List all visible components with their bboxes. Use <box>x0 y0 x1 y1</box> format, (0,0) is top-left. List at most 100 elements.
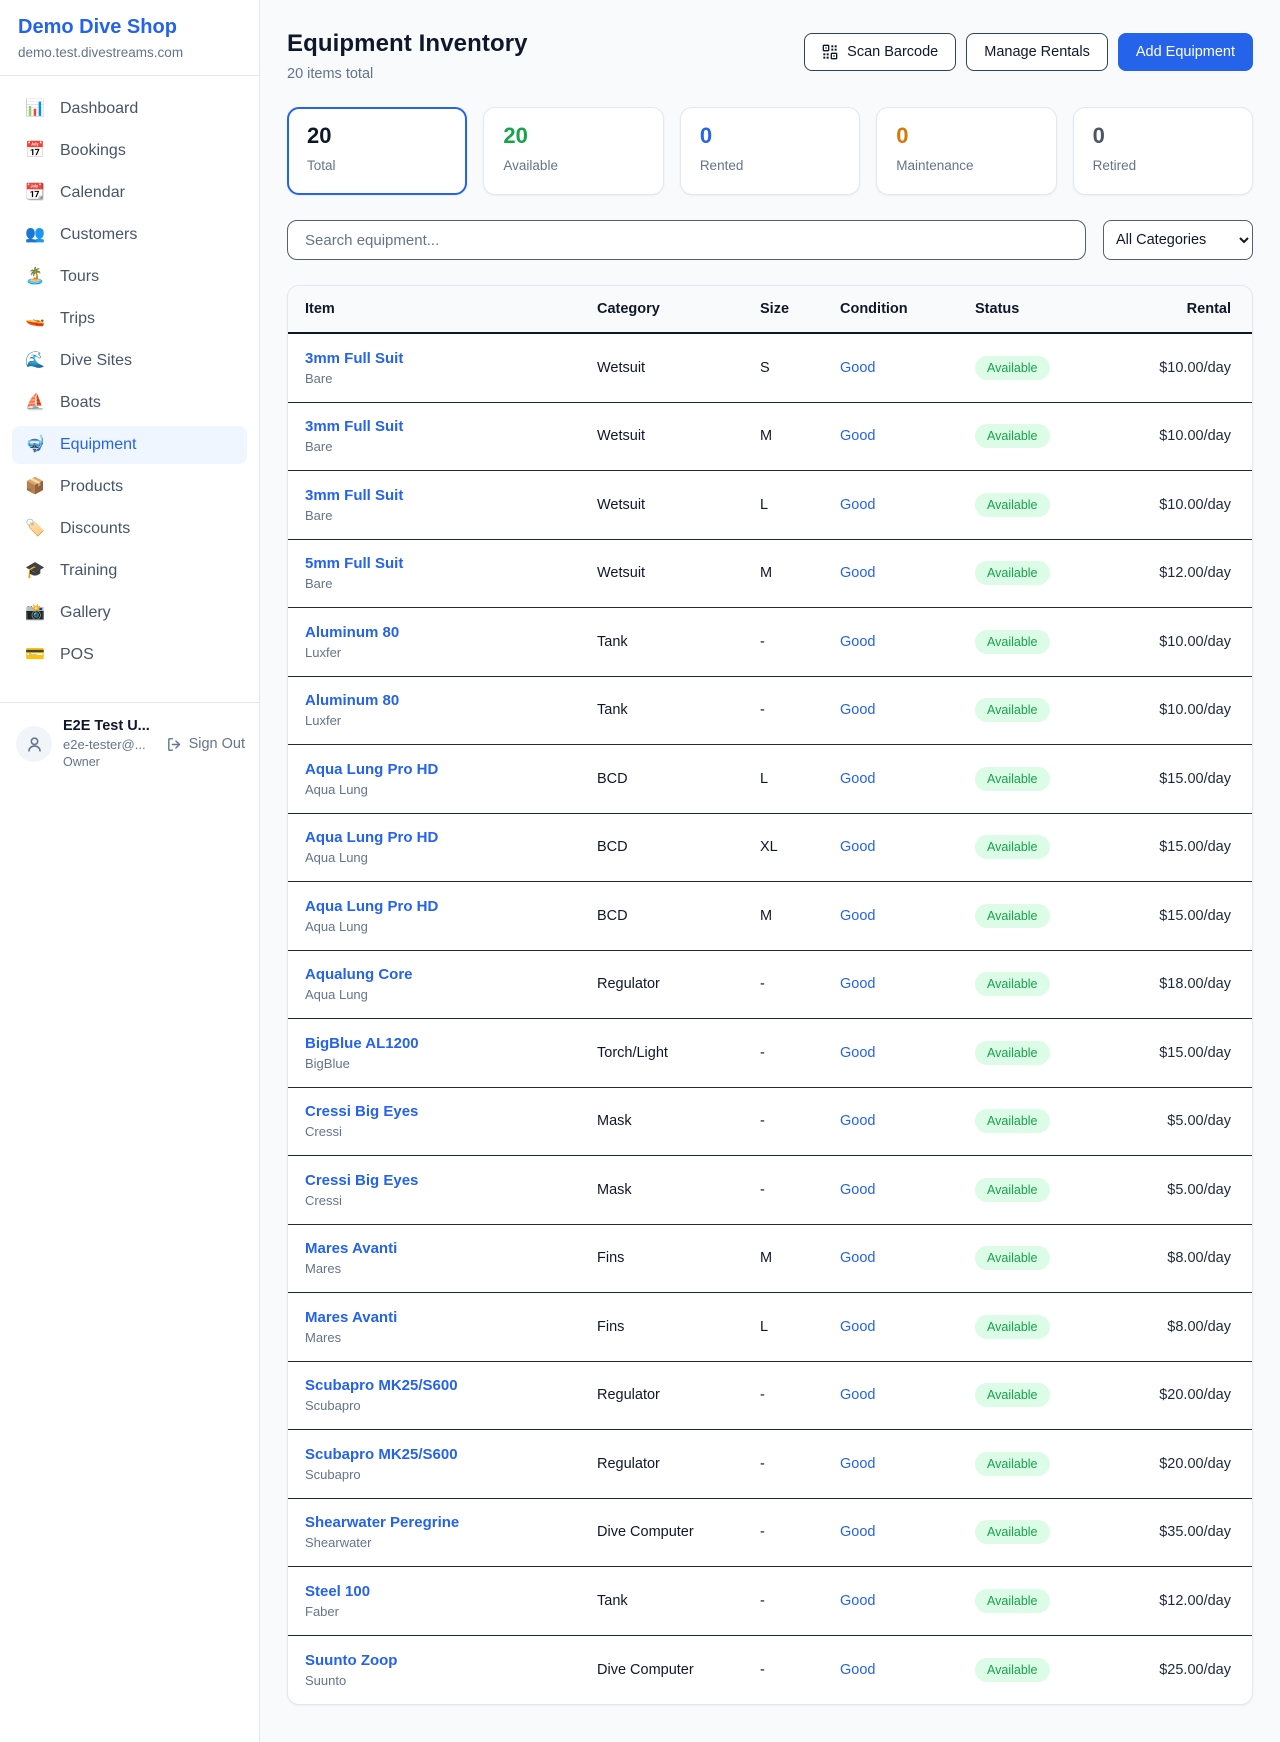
sidebar-item-training[interactable]: 🎓Training <box>12 552 247 590</box>
sidebar-item-pos[interactable]: 💳POS <box>12 636 247 674</box>
stat-card-available[interactable]: 20Available <box>483 107 663 195</box>
item-name-link[interactable]: Scubapro MK25/S600 <box>305 1377 597 1394</box>
rental-cell: $10.00/day <box>1115 428 1231 444</box>
condition-cell: Good <box>840 360 975 376</box>
item-name-link[interactable]: Aluminum 80 <box>305 692 597 709</box>
status-badge: Available <box>975 1109 1050 1133</box>
table-row: Aluminum 80LuxferTank-GoodAvailable$10.0… <box>288 608 1252 677</box>
condition-link[interactable]: Good <box>840 1662 875 1678</box>
size-cell: M <box>760 1250 840 1266</box>
item-name-link[interactable]: Shearwater Peregrine <box>305 1514 597 1531</box>
stat-label: Available <box>503 158 643 173</box>
condition-link[interactable]: Good <box>840 565 875 581</box>
sidebar-item-bookings[interactable]: 📅Bookings <box>12 132 247 170</box>
item-cell: Mares AvantiMares <box>305 1309 597 1345</box>
item-name-link[interactable]: Mares Avanti <box>305 1240 597 1257</box>
add-equipment-button[interactable]: Add Equipment <box>1118 33 1253 71</box>
category-cell: BCD <box>597 839 760 855</box>
sidebar-item-trips[interactable]: 🚤Trips <box>12 300 247 338</box>
item-name-link[interactable]: Scubapro MK25/S600 <box>305 1446 597 1463</box>
sidebar-item-label: Products <box>60 478 123 496</box>
sidebar-item-products[interactable]: 📦Products <box>12 468 247 506</box>
sign-out-label: Sign Out <box>189 736 245 752</box>
condition-link[interactable]: Good <box>840 1319 875 1335</box>
item-name-link[interactable]: Aqua Lung Pro HD <box>305 898 597 915</box>
item-name-link[interactable]: 5mm Full Suit <box>305 555 597 572</box>
condition-link[interactable]: Good <box>840 497 875 513</box>
brand-name[interactable]: Demo Dive Shop <box>18 16 243 39</box>
condition-link[interactable]: Good <box>840 1456 875 1472</box>
condition-link[interactable]: Good <box>840 1524 875 1540</box>
condition-cell: Good <box>840 497 975 513</box>
rental-cell: $8.00/day <box>1115 1250 1231 1266</box>
item-cell: 3mm Full SuitBare <box>305 350 597 386</box>
condition-link[interactable]: Good <box>840 771 875 787</box>
item-brand: Cressi <box>305 1124 597 1139</box>
item-name-link[interactable]: Steel 100 <box>305 1583 597 1600</box>
item-name-link[interactable]: 3mm Full Suit <box>305 350 597 367</box>
stat-value: 20 <box>307 123 447 149</box>
sign-out-button[interactable]: Sign Out <box>166 736 245 753</box>
sidebar-item-label: Dashboard <box>60 100 138 118</box>
sidebar-item-dashboard[interactable]: 📊 Dashboard <box>12 90 247 128</box>
item-name-link[interactable]: Aqua Lung Pro HD <box>305 761 597 778</box>
sidebar-item-dive-sites[interactable]: 🌊Dive Sites <box>12 342 247 380</box>
condition-link[interactable]: Good <box>840 1045 875 1061</box>
item-name-link[interactable]: Aqualung Core <box>305 966 597 983</box>
item-name-link[interactable]: Cressi Big Eyes <box>305 1172 597 1189</box>
condition-link[interactable]: Good <box>840 1182 875 1198</box>
item-name-link[interactable]: 3mm Full Suit <box>305 418 597 435</box>
condition-link[interactable]: Good <box>840 634 875 650</box>
stat-card-maintenance[interactable]: 0Maintenance <box>876 107 1056 195</box>
size-cell: - <box>760 1593 840 1609</box>
sidebar-item-label: Dive Sites <box>60 352 132 370</box>
sidebar-item-label: Discounts <box>60 520 130 538</box>
size-cell: L <box>760 1319 840 1335</box>
sidebar-item-label: Bookings <box>60 142 126 160</box>
sidebar-item-gallery[interactable]: 📸Gallery <box>12 594 247 632</box>
item-name-link[interactable]: Suunto Zoop <box>305 1652 597 1669</box>
scan-barcode-button[interactable]: Scan Barcode <box>804 33 956 71</box>
category-cell: Regulator <box>597 976 760 992</box>
size-cell: M <box>760 565 840 581</box>
item-name-link[interactable]: BigBlue AL1200 <box>305 1035 597 1052</box>
stat-card-rented[interactable]: 0Rented <box>680 107 860 195</box>
sidebar-item-equipment[interactable]: 🤿Equipment <box>12 426 247 464</box>
stat-card-retired[interactable]: 0Retired <box>1073 107 1253 195</box>
sidebar-item-tours[interactable]: 🏝️Tours <box>12 258 247 296</box>
condition-link[interactable]: Good <box>840 1250 875 1266</box>
stat-card-total[interactable]: 20Total <box>287 107 467 195</box>
size-cell: - <box>760 1182 840 1198</box>
item-name-link[interactable]: Cressi Big Eyes <box>305 1103 597 1120</box>
equipment-table: ItemCategorySizeConditionStatusRental 3m… <box>287 285 1253 1705</box>
status-badge: Available <box>975 1452 1050 1476</box>
header-actions: Scan Barcode Manage Rentals Add Equipmen… <box>804 33 1253 82</box>
item-name-link[interactable]: Aqua Lung Pro HD <box>305 829 597 846</box>
manage-rentals-button[interactable]: Manage Rentals <box>966 33 1108 71</box>
sidebar-item-calendar[interactable]: 📆Calendar <box>12 174 247 212</box>
sidebar-item-customers[interactable]: 👥Customers <box>12 216 247 254</box>
sidebar-item-discounts[interactable]: 🏷️Discounts <box>12 510 247 548</box>
condition-cell: Good <box>840 1045 975 1061</box>
condition-link[interactable]: Good <box>840 360 875 376</box>
condition-link[interactable]: Good <box>840 1593 875 1609</box>
category-cell: Fins <box>597 1319 760 1335</box>
condition-link[interactable]: Good <box>840 976 875 992</box>
condition-link[interactable]: Good <box>840 1113 875 1129</box>
item-name-link[interactable]: 3mm Full Suit <box>305 487 597 504</box>
condition-link[interactable]: Good <box>840 702 875 718</box>
bar-chart-icon: 📊 <box>24 101 46 117</box>
search-input[interactable] <box>287 220 1086 260</box>
condition-link[interactable]: Good <box>840 908 875 924</box>
island-icon: 🏝️ <box>24 269 46 285</box>
item-name-link[interactable]: Aluminum 80 <box>305 624 597 641</box>
sidebar-item-boats[interactable]: ⛵Boats <box>12 384 247 422</box>
size-cell: - <box>760 1113 840 1129</box>
condition-link[interactable]: Good <box>840 428 875 444</box>
condition-cell: Good <box>840 771 975 787</box>
category-cell: Tank <box>597 1593 760 1609</box>
condition-link[interactable]: Good <box>840 839 875 855</box>
item-name-link[interactable]: Mares Avanti <box>305 1309 597 1326</box>
condition-link[interactable]: Good <box>840 1387 875 1403</box>
category-filter-select[interactable]: All Categories <box>1103 220 1253 260</box>
